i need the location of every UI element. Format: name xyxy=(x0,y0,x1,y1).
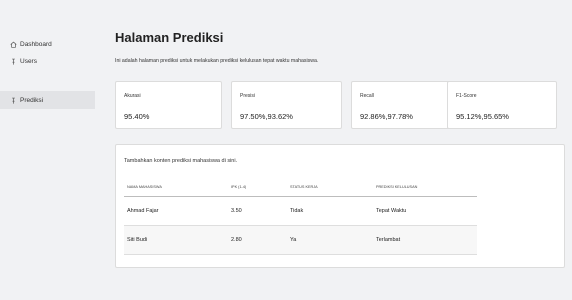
metric-value: 92.86%,97.78% xyxy=(360,112,413,121)
page-subtitle: Ini adalah halaman prediksi untuk melaku… xyxy=(115,58,319,64)
sidebar-item-label: Users xyxy=(20,57,37,65)
metric-card-recall: Recall 92.86%,97.78% xyxy=(351,81,462,129)
table-cell: Ahmad Fajar xyxy=(124,196,228,226)
pin-icon xyxy=(9,96,17,104)
metric-label: F1-Score xyxy=(456,93,477,99)
column-header: Status Kerja xyxy=(287,178,373,197)
sidebar-item-label: Prediksi xyxy=(20,96,44,104)
sidebar-item-users[interactable]: Users xyxy=(0,52,95,70)
metric-card-akurasi: Akurasi 95.40% xyxy=(115,81,222,129)
table-row: Ahmad Fajar 3.50 Tidak Tepat Waktu xyxy=(124,196,477,226)
sidebar-item-dashboard[interactable]: Dashboard xyxy=(0,35,95,53)
pin-icon xyxy=(9,57,17,65)
metric-card-f1-score: F1-Score 95.12%,95.65% xyxy=(447,81,557,129)
panel-note: Tambahkan konten prediksi mahasiswa di s… xyxy=(124,158,238,164)
metric-card-presisi: Presisi 97.50%,93.62% xyxy=(231,81,342,129)
table-header-row: Nama Mahasiswa IPK (1-4) Status Kerja Pr… xyxy=(124,178,477,197)
table-cell: Terlambat xyxy=(373,225,477,255)
app-root: Dashboard Users Prediksi Halaman Prediks… xyxy=(0,0,572,300)
metric-value: 95.12%,95.65% xyxy=(456,112,509,121)
home-icon xyxy=(9,40,17,48)
sidebar-item-label: Dashboard xyxy=(20,40,52,48)
metric-value: 95.40% xyxy=(124,112,150,121)
table-cell: 3.50 xyxy=(228,196,287,226)
metric-value: 97.50%,93.62% xyxy=(240,112,293,121)
column-header: IPK (1-4) xyxy=(228,178,287,197)
sidebar: Dashboard Users Prediksi xyxy=(0,0,95,300)
table-row: Siti Budi 2.80 Ya Terlambat xyxy=(124,225,477,255)
table-cell: Tepat Waktu xyxy=(373,196,477,226)
table-cell: 2.80 xyxy=(228,225,287,255)
column-header: Prediksi Kelulusan xyxy=(373,178,477,197)
table-cell: Ya xyxy=(287,225,373,255)
table-cell: Tidak xyxy=(287,196,373,226)
sidebar-item-prediksi[interactable]: Prediksi xyxy=(0,91,95,109)
column-header: Nama Mahasiswa xyxy=(124,178,228,197)
page-title: Halaman Prediksi xyxy=(115,30,224,45)
prediction-table: Nama Mahasiswa IPK (1-4) Status Kerja Pr… xyxy=(124,178,477,255)
metric-label: Presisi xyxy=(240,93,256,99)
table-cell: Siti Budi xyxy=(124,225,228,255)
prediction-panel: Tambahkan konten prediksi mahasiswa di s… xyxy=(115,144,565,268)
metric-label: Recall xyxy=(360,93,374,99)
main-content: Halaman Prediksi Ini adalah halaman pred… xyxy=(115,0,565,300)
metric-label: Akurasi xyxy=(124,93,141,99)
